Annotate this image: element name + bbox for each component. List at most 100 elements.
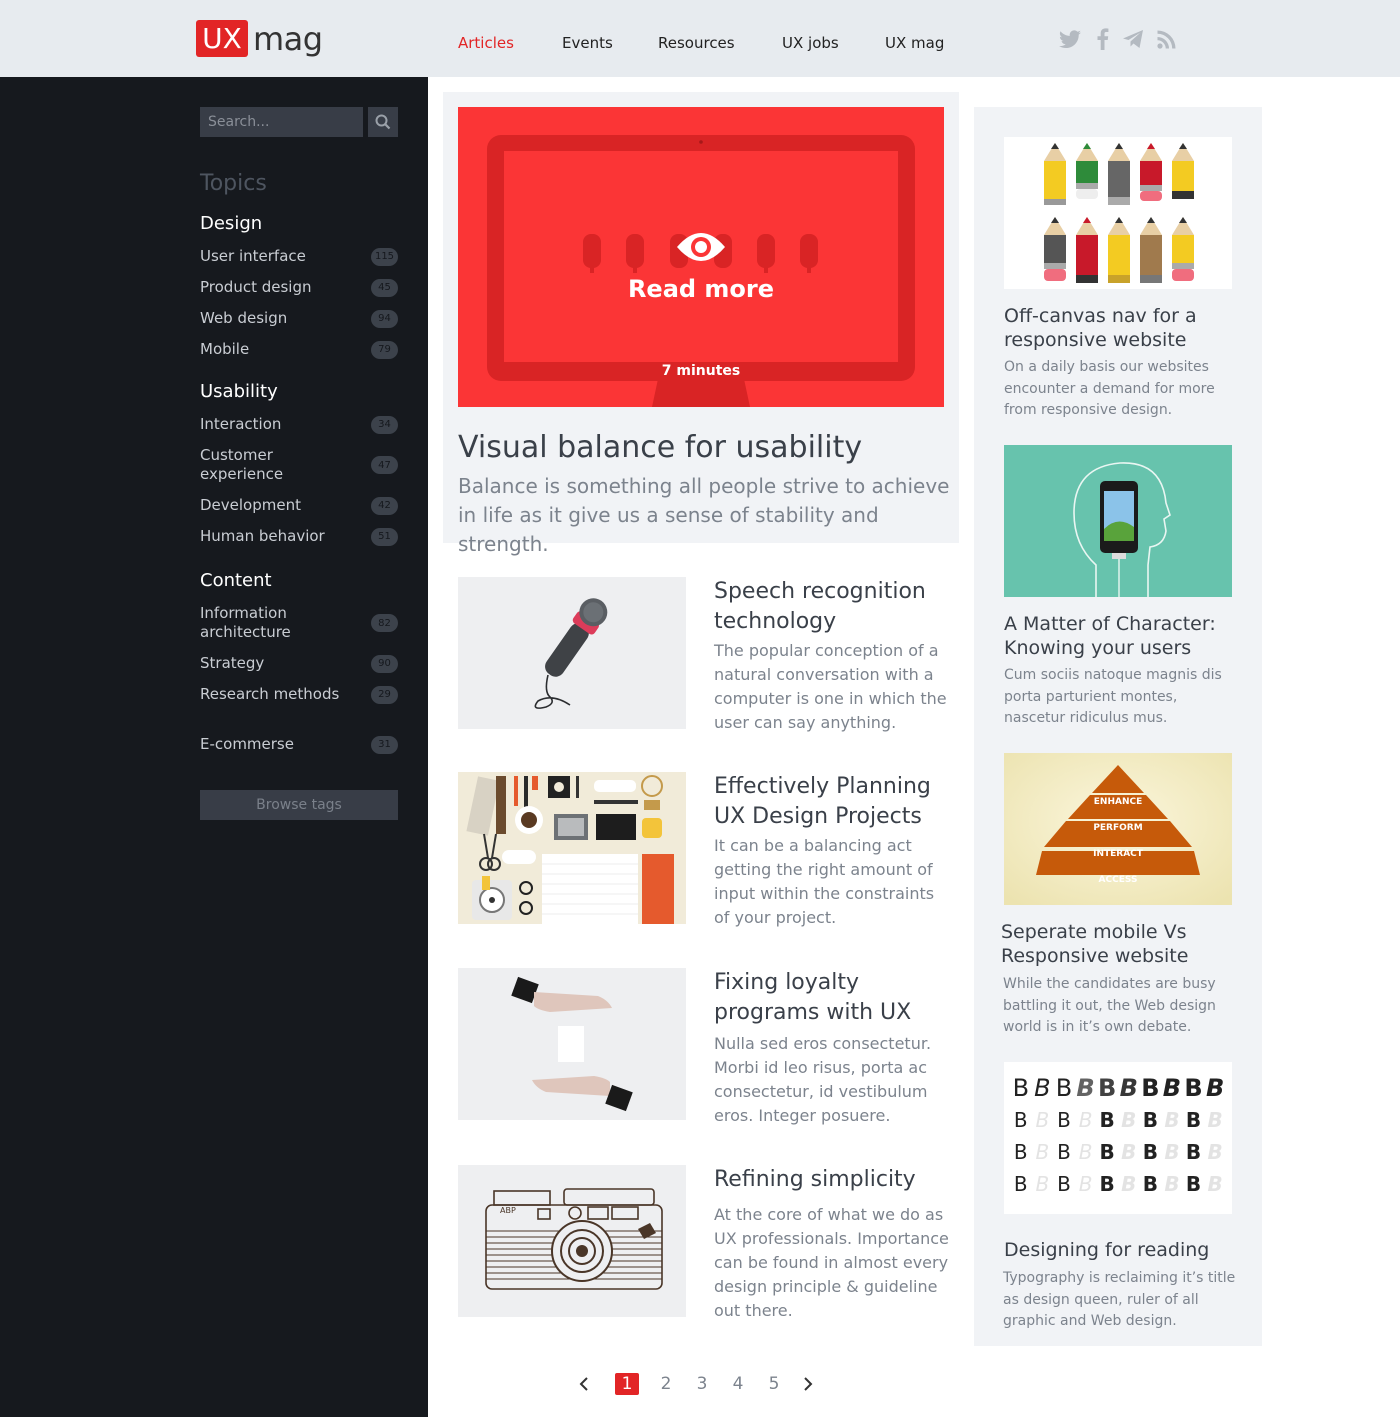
featured-image[interactable]: Read more 7 minutes (458, 107, 944, 407)
article-thumbnail[interactable] (1004, 137, 1232, 289)
topic-group-design[interactable]: Design (200, 213, 262, 234)
article-thumbnail[interactable]: BBBBBBBBBBBBBBBBBBBBBBBBBBBBBBBBBBBBBBBB (1004, 1062, 1232, 1214)
monitor-illustration (458, 107, 944, 407)
typography-glyph: B (1207, 1108, 1223, 1132)
topic-strategy[interactable]: Strategy 90 (200, 654, 398, 673)
page-5[interactable]: 5 (762, 1373, 786, 1395)
typography-glyph: B (1055, 1074, 1073, 1102)
typography-glyph: B (1035, 1140, 1050, 1164)
nav-ux-jobs[interactable]: UX jobs (782, 34, 839, 52)
article-title[interactable]: Refining simplicity (714, 1165, 958, 1195)
topic-count-badge: 82 (371, 614, 398, 632)
article-thumbnail[interactable]: ENHANCE PERFORM INTERACT ACCESS (1004, 753, 1232, 905)
side-article-description: On a daily basis our websites encounter … (1004, 359, 1215, 418)
topic-label: Human behavior (200, 527, 325, 545)
page-4[interactable]: 4 (726, 1373, 750, 1395)
typography-glyph: B (1164, 1172, 1180, 1196)
topic-research-methods[interactable]: Research methods 29 (200, 685, 398, 704)
typography-glyph: B (1141, 1074, 1160, 1102)
topic-count-badge: 29 (371, 685, 398, 704)
topic-count-badge: 94 (371, 309, 398, 328)
topic-count-badge: 79 (371, 340, 398, 359)
search-button[interactable] (368, 107, 398, 137)
typography-glyph: B (1013, 1172, 1028, 1196)
article-thumbnail[interactable] (458, 968, 686, 1120)
article-thumbnail[interactable] (1004, 445, 1232, 597)
topic-count-badge: 47 (371, 456, 398, 474)
typography-glyph: B (1121, 1140, 1137, 1164)
topic-count-badge: 42 (371, 496, 398, 515)
typography-glyph: B (1035, 1108, 1050, 1132)
topic-label: Product design (200, 278, 312, 296)
typography-glyph: B (1034, 1074, 1051, 1102)
topic-label: Research methods (200, 685, 340, 703)
sidebar: Topics Design User interface 115 Product … (0, 77, 428, 1417)
typography-glyph: B (1162, 1074, 1182, 1102)
nav-events[interactable]: Events (562, 34, 613, 52)
chevron-right-icon (804, 1377, 813, 1391)
topic-information-architecture[interactable]: Information architecture 82 (200, 604, 398, 642)
article-thumbnail[interactable] (458, 772, 686, 924)
typography-glyph: B (1142, 1108, 1158, 1132)
article-thumbnail[interactable]: ABP (458, 1165, 686, 1317)
topic-label: User interface (200, 247, 306, 265)
hands-card-image (458, 968, 686, 1120)
telegram-icon[interactable] (1120, 26, 1146, 52)
topic-count-badge: 51 (371, 527, 398, 546)
article-title[interactable]: Speech recognition technology (714, 577, 958, 637)
nav-articles[interactable]: Articles (458, 34, 514, 52)
article-description: Nulla sed eros consectetur. Morbi id leo… (714, 1034, 932, 1125)
topic-label: Web design (200, 309, 288, 327)
side-article-title[interactable]: Off-canvas nav for a responsive website (1004, 304, 1236, 352)
chevron-left-icon (579, 1377, 588, 1391)
article-thumbnail[interactable] (458, 577, 686, 729)
article-title[interactable]: Effectively Planning UX Design Projects (714, 772, 958, 832)
rss-icon[interactable] (1154, 26, 1180, 52)
article-description: At the core of what we do as UX professi… (714, 1205, 949, 1320)
typography-glyph: B (1205, 1074, 1225, 1102)
topic-product-design[interactable]: Product design 45 (200, 278, 398, 297)
typography-glyph: B (1185, 1172, 1202, 1196)
topic-customer-experience[interactable]: Customer experience 47 (200, 446, 398, 484)
topic-interaction[interactable]: Interaction 34 (200, 415, 398, 434)
side-article-description: Cum sociis natoque magnis dis porta part… (1004, 667, 1222, 726)
topic-mobile[interactable]: Mobile 79 (200, 340, 398, 359)
typography-glyph: B (1121, 1172, 1137, 1196)
twitter-icon[interactable] (1057, 26, 1083, 52)
side-article-title[interactable]: A Matter of Character: Knowing your user… (1004, 612, 1236, 660)
page-2[interactable]: 2 (654, 1373, 678, 1395)
topic-group-usability[interactable]: Usability (200, 381, 278, 402)
topic-web-design[interactable]: Web design 94 (200, 309, 398, 328)
logo[interactable]: UX mag (196, 20, 323, 58)
typography-glyph: B (1185, 1108, 1202, 1132)
topic-development[interactable]: Development 42 (200, 496, 398, 515)
topic-human-behavior[interactable]: Human behavior 51 (200, 527, 398, 546)
next-page-button[interactable] (798, 1374, 818, 1394)
nav-ux-mag[interactable]: UX mag (885, 34, 944, 52)
nav-resources[interactable]: Resources (658, 34, 735, 52)
typography-glyph: B (1184, 1074, 1203, 1102)
head-phone-image (1004, 445, 1232, 597)
side-article-title[interactable]: Designing for reading (1004, 1238, 1236, 1262)
topic-user-interface[interactable]: User interface 115 (200, 247, 398, 266)
typography-glyph: B (1121, 1108, 1137, 1132)
search-input[interactable] (200, 107, 363, 137)
page-3[interactable]: 3 (690, 1373, 714, 1395)
side-article-description: Typography is reclaiming it’s title as d… (1003, 1270, 1236, 1329)
page-1[interactable]: 1 (615, 1373, 639, 1395)
svg-text:ABP: ABP (500, 1206, 516, 1215)
browse-tags-button[interactable]: Browse tags (200, 790, 398, 820)
prev-page-button[interactable] (574, 1374, 594, 1394)
typography-glyph: B (1207, 1140, 1223, 1164)
topic-group-content[interactable]: Content (200, 570, 272, 591)
featured-title[interactable]: Visual balance for usability (458, 430, 862, 465)
site-header: UX mag Articles Events Resources UX jobs… (0, 0, 1400, 77)
typography-glyph: B (1142, 1172, 1158, 1196)
article-title[interactable]: Fixing loyalty programs with UX (714, 968, 958, 1028)
facebook-icon[interactable] (1090, 26, 1116, 52)
logo-ux-badge: UX (196, 20, 248, 57)
side-article-title[interactable]: Seperate mobile Vs Responsive website (1001, 920, 1233, 968)
desk-flatlay-image (458, 772, 686, 924)
read-more-link[interactable]: Read more (458, 275, 944, 303)
topic-e-commerse[interactable]: E-commerse 31 (200, 735, 398, 754)
